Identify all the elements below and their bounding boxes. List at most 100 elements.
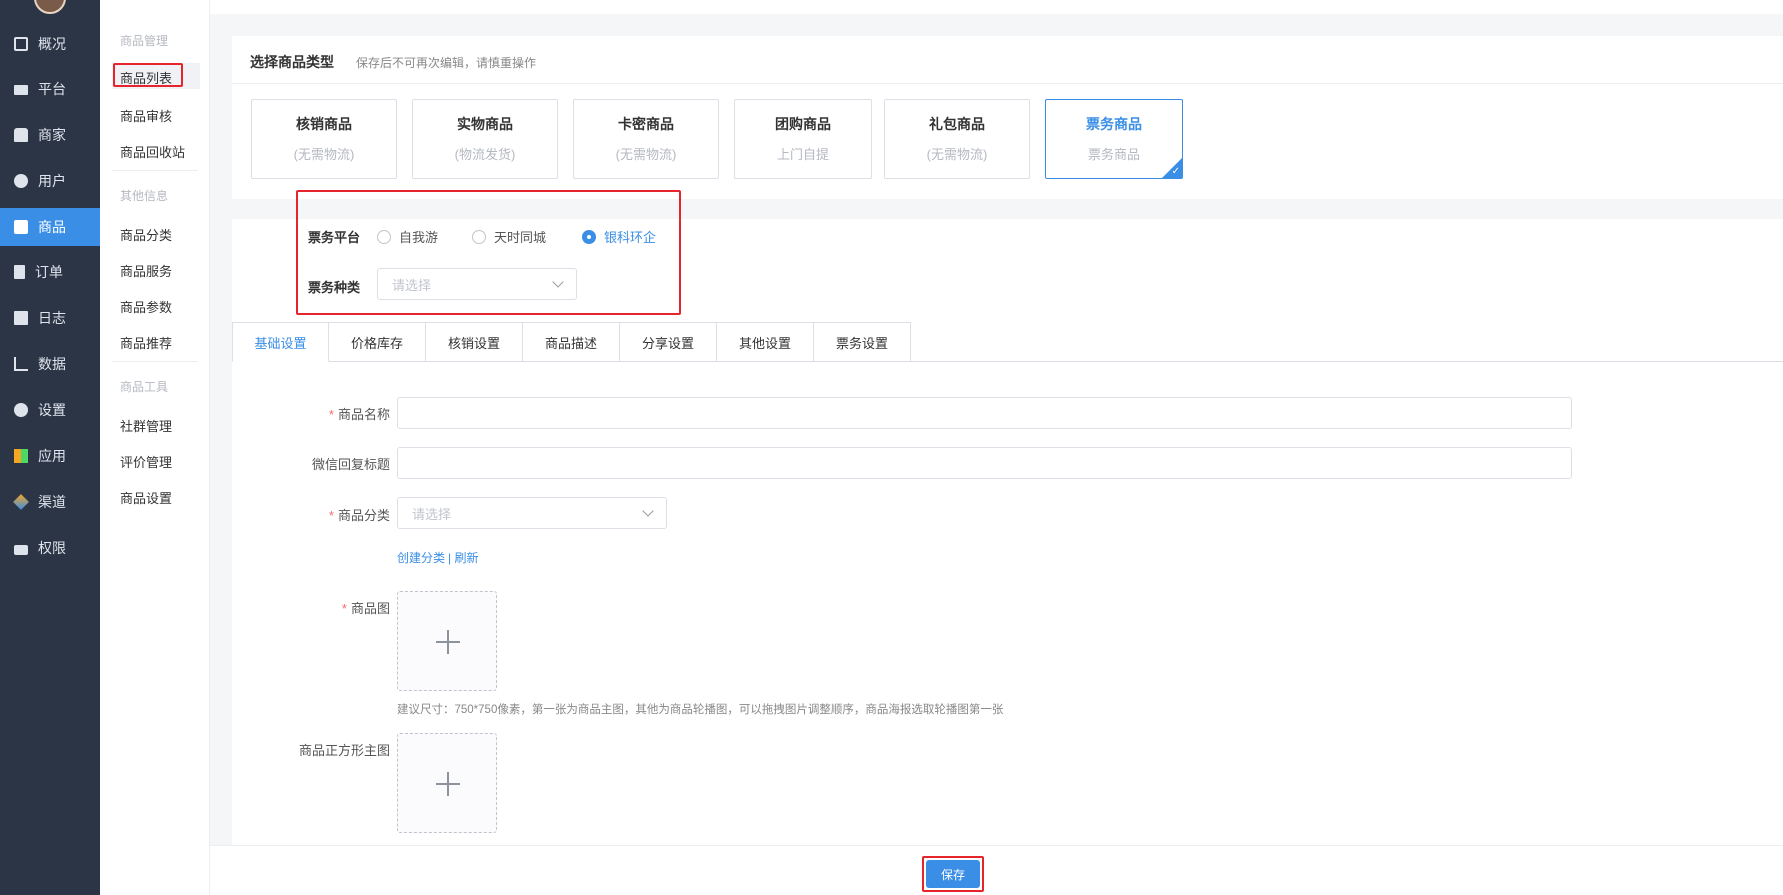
subnav-goods-params[interactable]: 商品参数 bbox=[120, 297, 172, 316]
type-name: 票务商品 bbox=[1086, 116, 1142, 132]
type-card-group-buy[interactable]: 团购商品 上门自提 bbox=[734, 99, 872, 179]
chevron-down-icon bbox=[552, 276, 564, 288]
subnav-goods-settings[interactable]: 商品设置 bbox=[120, 488, 172, 507]
nav-item-label: 应用 bbox=[38, 448, 66, 464]
tab-price-stock[interactable]: 价格库存 bbox=[329, 322, 426, 362]
radio-dot bbox=[582, 229, 596, 244]
nav-item-platform[interactable]: 平台 bbox=[0, 71, 100, 107]
section-hint: 保存后不可再次编辑，请慎重操作 bbox=[356, 56, 537, 70]
divider bbox=[232, 83, 1783, 84]
shop-icon bbox=[14, 128, 28, 142]
nav-item-log[interactable]: 日志 bbox=[0, 300, 100, 336]
tab-description[interactable]: 商品描述 bbox=[523, 322, 620, 362]
tab-ticket[interactable]: 票务设置 bbox=[814, 322, 911, 362]
clipboard-icon bbox=[14, 265, 25, 279]
nav-item-overview[interactable]: 概况 bbox=[0, 26, 100, 62]
wechat-title-label: 微信回复标题 bbox=[311, 457, 390, 472]
nav-item-label: 概况 bbox=[38, 36, 66, 52]
nav-item-label: 商品 bbox=[38, 219, 66, 235]
subnav-goods-recommend[interactable]: 商品推荐 bbox=[120, 333, 172, 352]
square-image-upload[interactable] bbox=[397, 733, 497, 833]
divider bbox=[112, 361, 198, 362]
subnav-goods-category[interactable]: 商品分类 bbox=[120, 225, 172, 244]
type-name: 卡密商品 bbox=[618, 116, 674, 132]
nav-item-data[interactable]: 数据 bbox=[0, 346, 100, 382]
nav-item-merchant[interactable]: 商家 bbox=[0, 117, 100, 153]
dashboard-icon bbox=[14, 37, 28, 51]
check-icon: ✓ bbox=[1171, 166, 1180, 177]
radio-label: 自我游 bbox=[399, 230, 439, 245]
radio-tianshi[interactable]: 天时同城 bbox=[472, 227, 546, 246]
tab-other[interactable]: 其他设置 bbox=[717, 322, 814, 362]
type-card-card-key[interactable]: 卡密商品 (无需物流) bbox=[573, 99, 719, 179]
user-icon bbox=[14, 174, 28, 188]
chevron-down-icon bbox=[642, 505, 654, 517]
nav-item-user[interactable]: 用户 bbox=[0, 163, 100, 199]
type-card-physical[interactable]: 实物商品 (物流发货) bbox=[412, 99, 558, 179]
radio-yinke[interactable]: 银科环企 bbox=[582, 227, 656, 246]
subnav-community[interactable]: 社群管理 bbox=[120, 416, 172, 435]
apps-grid-icon bbox=[14, 449, 28, 463]
group-title: 商品管理 bbox=[120, 34, 169, 48]
ticket-kind-select[interactable]: 请选择 bbox=[377, 268, 577, 300]
nav-item-label: 数据 bbox=[38, 356, 66, 372]
main-nav: 概况 平台 商家 用户 商品 订单 日志 数据 设置 应用 渠道 权限 bbox=[0, 0, 100, 895]
subnav-goods-recycle[interactable]: 商品回收站 bbox=[120, 142, 185, 161]
nav-item-label: 权限 bbox=[38, 540, 66, 556]
settings-tabs: 基础设置 价格库存 核销设置 商品描述 分享设置 其他设置 票务设置 bbox=[232, 322, 911, 362]
select-placeholder: 请选择 bbox=[392, 277, 432, 293]
goods-type-section: 选择商品类型 保存后不可再次编辑，请慎重操作 核销商品 (无需物流) 实物商品 (物… bbox=[232, 36, 1783, 199]
nav-item-order[interactable]: 订单 bbox=[0, 254, 100, 290]
type-sub: (无需物流) bbox=[293, 147, 355, 162]
goods-category-label: * 商品分类 bbox=[328, 508, 390, 523]
type-card-gift[interactable]: 礼包商品 (无需物流) bbox=[884, 99, 1030, 179]
type-sub: (无需物流) bbox=[926, 147, 988, 162]
type-sub: 上门自提 bbox=[776, 147, 829, 162]
bar-chart-icon bbox=[14, 357, 28, 371]
type-card-ticket[interactable]: 票务商品 票务商品 ✓ bbox=[1045, 99, 1183, 179]
top-bar bbox=[210, 0, 1783, 14]
goods-name-field[interactable] bbox=[397, 397, 1572, 429]
wechat-title-field[interactable] bbox=[397, 447, 1572, 479]
square-image-label: 商品正方形主图 bbox=[298, 743, 390, 758]
image-size-tip: 建议尺寸：750*750像素，第一张为商品主图，其他为商品轮播图，可以拖拽图片调… bbox=[397, 704, 1004, 716]
section-title: 选择商品类型 bbox=[250, 54, 334, 70]
monitor-icon bbox=[14, 85, 28, 95]
goods-name-label: * 商品名称 bbox=[328, 407, 390, 422]
nav-item-settings[interactable]: 设置 bbox=[0, 392, 100, 428]
radio-ziwoyou[interactable]: 自我游 bbox=[377, 227, 438, 246]
nav-item-goods[interactable]: 商品 bbox=[0, 208, 100, 246]
shopping-bag-icon bbox=[14, 220, 28, 234]
create-category-link[interactable]: 创建分类 bbox=[397, 549, 445, 566]
type-card-verify[interactable]: 核销商品 (无需物流) bbox=[251, 99, 397, 179]
goods-image-upload[interactable] bbox=[397, 591, 497, 691]
nav-item-label: 平台 bbox=[38, 81, 66, 97]
book-icon bbox=[14, 311, 28, 325]
nav-item-apps[interactable]: 应用 bbox=[0, 438, 100, 474]
cube-icon bbox=[13, 494, 29, 510]
select-placeholder: 请选择 bbox=[412, 506, 452, 522]
refresh-link[interactable]: | 刷新 bbox=[448, 549, 478, 566]
nav-item-label: 用户 bbox=[38, 173, 66, 189]
goods-category-select[interactable]: 请选择 bbox=[397, 497, 667, 529]
subnav-comments[interactable]: 评价管理 bbox=[120, 452, 172, 471]
nav-item-permission[interactable]: 权限 bbox=[0, 530, 100, 566]
ticket-platform-label: 票务平台 bbox=[308, 230, 361, 245]
nav-item-channel[interactable]: 渠道 bbox=[0, 484, 100, 520]
tab-basic[interactable]: 基础设置 bbox=[232, 322, 329, 362]
secondary-sidebar: 商品管理 商品列表 商品审核 商品回收站 其他信息 商品分类 商品服务 商品参数… bbox=[100, 0, 210, 895]
tab-verify[interactable]: 核销设置 bbox=[426, 322, 523, 362]
type-name: 实物商品 bbox=[457, 116, 513, 132]
goods-image-label: * 商品图 bbox=[341, 601, 390, 616]
subnav-goods-review[interactable]: 商品审核 bbox=[120, 106, 172, 125]
avatar[interactable] bbox=[34, 0, 66, 14]
subnav-goods-service[interactable]: 商品服务 bbox=[120, 261, 172, 280]
radio-dot bbox=[472, 229, 486, 244]
footer-bar: 保存 bbox=[210, 845, 1783, 895]
tab-share[interactable]: 分享设置 bbox=[620, 322, 717, 362]
highlight-box bbox=[113, 63, 183, 87]
ticket-kind-label: 票务种类 bbox=[308, 280, 361, 295]
type-name: 团购商品 bbox=[775, 116, 831, 132]
type-name: 核销商品 bbox=[296, 116, 352, 132]
type-sub: (无需物流) bbox=[615, 147, 677, 162]
